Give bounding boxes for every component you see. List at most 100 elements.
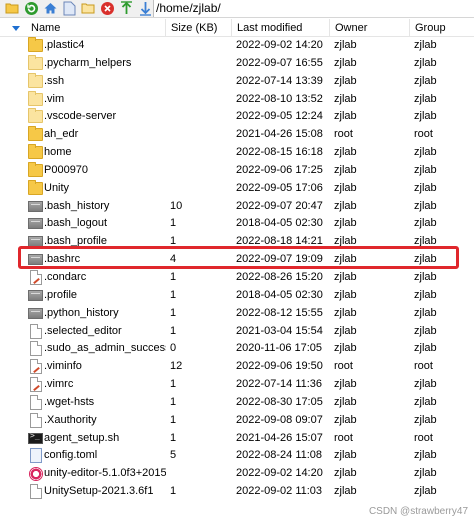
file-row[interactable]: Unity 2022-09-05 17:06 zjlab zjlab <box>0 179 474 198</box>
column-group[interactable]: Group <box>410 19 474 37</box>
file-size: 1 <box>170 395 177 408</box>
file-row[interactable]: .plastic4 2022-09-02 14:20 zjlab zjlab <box>0 37 474 55</box>
upload-icon[interactable] <box>118 1 134 17</box>
file-modified: 2022-09-02 14:20 <box>236 467 323 480</box>
file-name: .vimrc <box>44 378 74 391</box>
file-owner: root <box>334 360 353 373</box>
file-modified: 2022-08-18 14:21 <box>236 235 323 248</box>
file-owner: root <box>334 431 353 444</box>
file-modified: 2022-07-14 13:39 <box>236 74 323 87</box>
file-group: zjlab <box>414 39 437 51</box>
file-row[interactable]: agent_setup.sh 1 2021-04-26 15:07 root root <box>0 430 474 448</box>
folder-open-icon[interactable] <box>4 1 20 17</box>
file-list: .plastic4 2022-09-02 14:20 zjlab zjlab .pych… <box>0 37 474 501</box>
file-group: zjlab <box>414 288 437 301</box>
file-row[interactable]: .vscode-server 2022-09-05 12:24 zjlab zjlab <box>0 108 474 126</box>
terminal-icon <box>28 431 43 444</box>
file-modified: 2021-03-04 15:54 <box>236 324 323 337</box>
new-folder-icon[interactable] <box>80 1 96 17</box>
file-modified: 2022-09-08 09:07 <box>236 413 323 426</box>
file-row[interactable]: .selected_editor 1 2021-03-04 15:54 zjlab zj… <box>0 323 474 341</box>
file-row[interactable]: .Xauthority 1 2022-09-08 09:07 zjlab zjlab <box>0 412 474 430</box>
file-modified: 2022-08-12 15:55 <box>236 306 323 319</box>
file-modified: 2018-04-05 02:30 <box>236 288 323 301</box>
file-row[interactable]: .bash_logout 1 2018-04-05 02:30 zjlab zjlab <box>0 215 474 233</box>
file-modified: 2022-09-02 11:03 <box>236 485 323 498</box>
file-row[interactable]: .viminfo 12 2022-09-06 19:50 root root <box>0 358 474 376</box>
config-file-icon <box>30 448 42 464</box>
refresh-icon[interactable] <box>23 1 39 17</box>
file-row[interactable]: home 2022-08-15 16:18 zjlab zjlab <box>0 144 474 162</box>
file-name: .viminfo <box>44 360 82 373</box>
file-row[interactable]: ah_edr 2021-04-26 15:08 root root <box>0 126 474 144</box>
download-icon[interactable] <box>137 1 153 17</box>
file-name: .selected_editor <box>44 324 122 337</box>
file-group: zjlab <box>414 413 437 426</box>
file-group: zjlab <box>414 74 437 87</box>
column-owner[interactable]: Owner <box>330 19 410 37</box>
file-group: zjlab <box>414 253 437 266</box>
file-size: 1 <box>170 485 177 498</box>
file-owner: zjlab <box>334 378 357 391</box>
file-size: 1 <box>170 378 177 391</box>
file-owner: zjlab <box>334 342 357 355</box>
file-row[interactable]: .bash_history 10 2022-09-07 20:47 zjlab zjla… <box>0 198 474 216</box>
file-row[interactable]: unity-editor-5.1.0f3+2015... 2022-09-02 1… <box>0 465 474 483</box>
column-last-modified[interactable]: Last modified <box>232 19 330 37</box>
column-name[interactable]: Name <box>26 19 166 37</box>
file-size: 0 <box>170 342 177 355</box>
file-row[interactable]: .vim 2022-08-10 13:52 zjlab zjlab <box>0 90 474 109</box>
file-row[interactable]: .ssh 2022-07-14 13:39 zjlab zjlab <box>0 72 474 91</box>
column-size[interactable]: Size (KB) <box>166 19 232 37</box>
file-row[interactable]: .profile 1 2018-04-05 02:30 zjlab zjlab <box>0 287 474 305</box>
file-row[interactable]: .python_history 1 2022-08-12 15:55 zjlab zjl… <box>0 305 474 323</box>
file-group: zjlab <box>414 217 437 230</box>
file-size: 1 <box>170 324 177 337</box>
file-group: zjlab <box>414 449 437 462</box>
folder-icon <box>28 90 43 106</box>
file-row[interactable]: .sudo_as_admin_success... 0 2020-11-06 17:… <box>0 340 474 358</box>
file-row[interactable]: .wget-hsts 1 2022-08-30 17:05 zjlab zjlab <box>0 394 474 412</box>
file-group: zjlab <box>414 342 437 355</box>
home-icon[interactable] <box>42 1 58 17</box>
file-modified: 2022-08-10 13:52 <box>236 92 323 105</box>
file-owner: zjlab <box>334 324 357 337</box>
file-name: UnitySetup-2021.3.6f1 <box>44 485 154 498</box>
file-owner: zjlab <box>334 306 357 319</box>
file-owner: zjlab <box>334 449 357 462</box>
file-group: zjlab <box>414 306 437 319</box>
file-name: .python_history <box>44 306 119 319</box>
file-size: 4 <box>170 253 177 266</box>
file-owner: zjlab <box>334 467 357 480</box>
delete-icon[interactable] <box>99 1 115 17</box>
file-row[interactable]: .bashrc 4 2022-09-07 19:09 zjlab zjlab <box>0 251 474 269</box>
watermark: CSDN @strawberry47 <box>368 506 468 517</box>
edit-document-icon <box>30 359 42 375</box>
file-row[interactable]: .condarc 1 2022-08-26 15:20 zjlab zjlab <box>0 269 474 287</box>
file-modified: 2022-08-15 16:18 <box>236 146 323 159</box>
file-modified: 2022-07-14 11:36 <box>236 378 323 391</box>
file-modified: 2022-08-30 17:05 <box>236 395 323 408</box>
file-owner: zjlab <box>334 92 357 105</box>
file-owner: zjlab <box>334 270 357 283</box>
file-row[interactable]: P000970 2022-09-06 17:25 zjlab zjlab <box>0 161 474 180</box>
file-row[interactable]: .vimrc 1 2022-07-14 11:36 zjlab zjlab <box>0 376 474 394</box>
file-group: root <box>414 128 433 141</box>
file-row[interactable]: UnitySetup-2021.3.6f1 1 2022-09-02 11:03 zj… <box>0 483 474 501</box>
edit-document-icon <box>30 377 42 393</box>
path-input[interactable]: /home/zjlab/ <box>153 0 474 17</box>
folder-icon <box>28 54 43 70</box>
file-icon <box>28 218 43 230</box>
file-owner: zjlab <box>334 56 357 69</box>
sort-descending-icon[interactable] <box>12 26 20 31</box>
file-group: zjlab <box>414 199 437 212</box>
file-name: .bash_logout <box>44 217 107 230</box>
file-row[interactable]: config.toml 5 2022-08-24 11:08 zjlab zjlab <box>0 447 474 465</box>
file-size: 1 <box>170 217 177 230</box>
new-file-icon[interactable] <box>61 1 77 17</box>
file-row[interactable]: .pycharm_helpers 2022-09-07 16:55 zjlab zjl… <box>0 54 474 73</box>
file-size <box>170 55 230 73</box>
file-owner: zjlab <box>334 74 357 87</box>
file-owner: zjlab <box>334 395 357 408</box>
file-row[interactable]: .bash_profile 1 2022-08-18 14:21 zjlab zjlab <box>0 233 474 251</box>
